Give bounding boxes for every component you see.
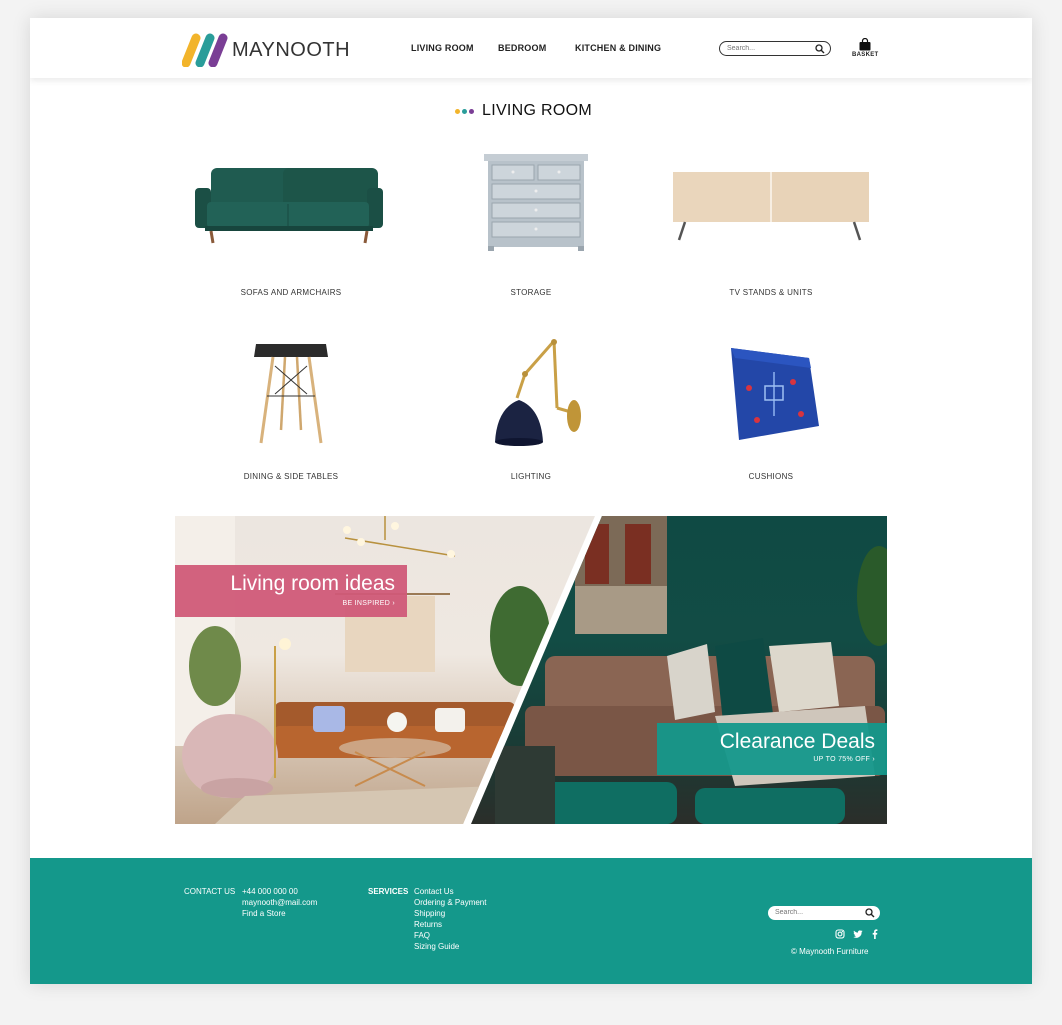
search-icon[interactable]: [815, 44, 825, 54]
copyright-text: © Maynooth Furniture: [791, 947, 869, 956]
category-tv-stands[interactable]: TV STANDS & UNITS: [661, 146, 881, 297]
dresser-image: [421, 146, 641, 256]
footer-link-returns[interactable]: Returns: [414, 919, 486, 930]
category-label: LIGHTING: [510, 472, 552, 481]
instagram-icon[interactable]: [835, 929, 845, 939]
footer-link-ordering-payment[interactable]: Ordering & Payment: [414, 897, 486, 908]
footer-search: [768, 906, 880, 920]
shopping-bag-icon: [859, 38, 871, 51]
sofa-image: [181, 146, 401, 256]
footer-link-contact-us[interactable]: Contact Us: [414, 886, 486, 897]
tv-stand-image: [661, 146, 881, 256]
facebook-icon[interactable]: [870, 929, 880, 939]
contact-phone: +44 000 000 00: [242, 887, 298, 896]
services-links: Contact Us Ordering & Payment Shipping R…: [414, 886, 486, 952]
clearance-offer-link[interactable]: UP TO 75% OFF ›: [813, 756, 875, 763]
footer-link-sizing-guide[interactable]: Sizing Guide: [414, 941, 486, 952]
footer-link-faq[interactable]: FAQ: [414, 930, 486, 941]
category-storage[interactable]: STORAGE: [421, 146, 641, 297]
category-label: STORAGE: [510, 288, 552, 297]
category-label: DINING & SIDE TABLES: [243, 472, 339, 481]
side-table-image: [181, 338, 401, 448]
category-label: CUSHIONS: [748, 472, 794, 481]
wall-lamp-image: [421, 338, 641, 448]
site-logo[interactable]: MAYNOOTH: [182, 33, 350, 67]
site-header: MAYNOOTH LIVING ROOM BEDROOM KITCHEN & D…: [30, 18, 1032, 78]
be-inspired-link[interactable]: BE INSPIRED ›: [342, 600, 395, 607]
page-title: LIVING ROOM: [482, 102, 592, 119]
nav-kitchen-dining[interactable]: KITCHEN & DINING: [575, 43, 661, 53]
cushion-image: [661, 338, 881, 448]
living-room-ideas-promo[interactable]: Living room ideas BE INSPIRED ›: [175, 565, 407, 617]
title-dots-icon: [455, 108, 476, 114]
find-store-link[interactable]: Find a Store: [242, 908, 317, 919]
clearance-deals-promo[interactable]: Clearance Deals UP TO 75% OFF ›: [657, 723, 887, 775]
header-search: [719, 41, 831, 56]
site-footer: CONTACT US +44 000 000 00 maynooth@mail.…: [30, 858, 1032, 984]
contact-heading: CONTACT US: [184, 887, 236, 896]
header-search-input[interactable]: [727, 43, 815, 54]
category-tables[interactable]: DINING & SIDE TABLES: [181, 338, 401, 481]
category-cushions[interactable]: CUSHIONS: [661, 338, 881, 481]
category-sofas[interactable]: SOFAS AND ARMCHAIRS: [181, 146, 401, 297]
contact-details: +44 000 000 00 maynooth@mail.com Find a …: [242, 886, 317, 919]
twitter-icon[interactable]: [853, 929, 863, 939]
basket-label: BASKET: [852, 52, 879, 58]
nav-living-room[interactable]: LIVING ROOM: [411, 43, 474, 53]
promo-title: Clearance Deals: [719, 730, 875, 753]
search-icon[interactable]: [865, 908, 875, 918]
brand-name: MAYNOOTH: [232, 38, 351, 61]
services-heading: SERVICES: [368, 887, 409, 896]
logo-mark-icon: [182, 33, 228, 67]
category-label: SOFAS AND ARMCHAIRS: [240, 288, 342, 297]
category-lighting[interactable]: LIGHTING: [421, 338, 641, 481]
page: MAYNOOTH LIVING ROOM BEDROOM KITCHEN & D…: [30, 18, 1032, 984]
promo-title: Living room ideas: [230, 572, 395, 595]
basket-button[interactable]: BASKET: [852, 38, 878, 62]
footer-link-shipping[interactable]: Shipping: [414, 908, 486, 919]
category-label: TV STANDS & UNITS: [729, 288, 813, 297]
section-heading: LIVING ROOM: [455, 102, 592, 120]
footer-search-input[interactable]: [775, 907, 863, 918]
contact-email-link[interactable]: maynooth@mail.com: [242, 897, 317, 908]
promo-banner: Living room ideas BE INSPIRED › Clearanc…: [175, 516, 887, 824]
nav-bedroom[interactable]: BEDROOM: [498, 43, 546, 53]
